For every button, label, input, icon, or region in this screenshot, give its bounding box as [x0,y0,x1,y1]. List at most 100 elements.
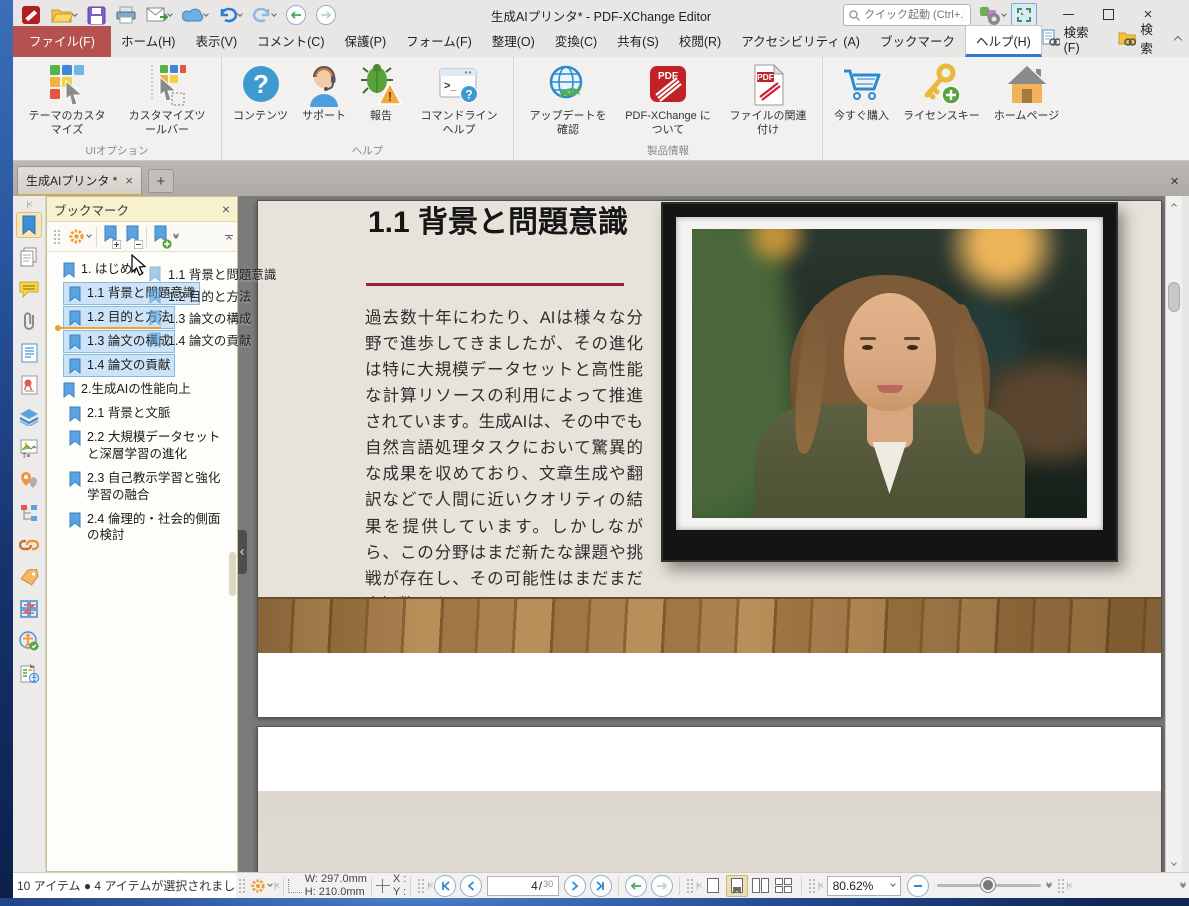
tab-view[interactable]: 表示(V) [185,26,247,57]
search-folder-button[interactable]: 検索 [1118,19,1166,57]
sidebar-item-thumbnails[interactable] [16,244,42,270]
bookmark-item[interactable]: 2.4 倫理的・社会的側面の検討 [63,508,229,548]
bookmark-item[interactable]: 2.生成AIの性能向上 [57,378,196,401]
tab-protect[interactable]: 保護(P) [334,26,396,57]
tab-file[interactable]: ファイル(F) [13,26,111,57]
status-overflow-icon[interactable] [1180,880,1186,888]
support-button[interactable]: サポート [295,59,353,142]
pdf-page-4[interactable]: 1.1 背景と問題意識 過去数十年にわたり、AIは様々な分野で進歩してきましたが… [257,200,1162,717]
tab-share[interactable]: 共有(S) [607,26,669,57]
buy-now-button[interactable]: 今すぐ購入 [827,59,896,157]
customize-toolbars-button[interactable]: カスタマイズツールバー [117,59,217,142]
sidebar-item-layers[interactable] [16,404,42,430]
bug-report-button[interactable]: ! 報告 [353,59,409,142]
sidebar-item-fields[interactable] [16,340,42,366]
sidebar-item-signatures[interactable] [16,372,42,398]
help-contents-button[interactable]: ? コンテンツ [226,59,295,142]
save-button[interactable] [85,3,108,27]
view-forward-button[interactable] [651,874,674,897]
sidebar-item-links[interactable] [16,532,42,558]
more-tools-icon[interactable] [173,231,179,239]
last-page-button[interactable] [590,874,613,897]
new-bookmark-button[interactable] [152,225,172,249]
tab-form[interactable]: フォーム(F) [396,26,482,57]
scroll-up-icon[interactable] [1166,196,1182,212]
quick-launch-input[interactable] [864,9,964,21]
view-back-button[interactable] [625,874,648,897]
tab-help[interactable]: ヘルプ(H) [964,25,1042,57]
page-number-field[interactable]: 4/30 [487,875,560,896]
email-dropdown-icon[interactable] [167,10,173,17]
zoom-slider[interactable] [936,878,1041,892]
history-back-button[interactable] [286,5,306,25]
sidebar-item-structure[interactable] [16,500,42,526]
tab-bar-close-button[interactable]: × [1170,173,1179,190]
tab-review[interactable]: 校閲(R) [669,26,731,57]
redo-button[interactable] [250,3,278,27]
sidebar-item-accessibility-report[interactable] [16,660,42,686]
document-tab-active[interactable]: 生成AIプリンタ * × [17,166,142,196]
new-tab-button[interactable]: + [147,169,174,193]
fullscreen-button[interactable] [1011,3,1037,27]
tab-home[interactable]: ホーム(H) [111,26,185,57]
theme-customize-button[interactable]: テーマのカスタマイズ [17,59,117,142]
previous-page-button[interactable] [460,874,483,897]
check-updates-button[interactable]: アップデートを確認 [518,59,618,142]
zoom-slider-thumb[interactable] [980,878,995,892]
collapse-all-bookmarks-button[interactable] [124,225,143,249]
single-page-view-button[interactable] [702,875,724,897]
document-scrollbar[interactable] [1165,196,1182,872]
next-page-button[interactable] [564,874,587,897]
continuous-view-button[interactable] [725,874,748,897]
cloud-button[interactable] [180,3,210,27]
open-dropdown-icon[interactable] [72,10,78,17]
undo-dropdown-icon[interactable] [237,10,243,17]
sidebar-item-destinations[interactable] [16,468,42,494]
sidebar-item-content[interactable]: T≡ [16,436,42,462]
two-page-view-button[interactable] [750,875,772,897]
sidebar-collapse-icon[interactable]: |< [27,200,33,209]
sidebar-item-accessibility[interactable] [16,628,42,654]
document-view[interactable]: 1.1 背景と問題意識 過去数十年にわたり、AIは様々な分野で進歩してきましたが… [238,196,1165,872]
cloud-dropdown-icon[interactable] [203,10,209,17]
command-line-help-button[interactable]: >_? コマンドラインヘルプ [409,59,509,142]
tab-bookmarks[interactable]: ブックマーク [870,26,965,57]
bookmark-item-selected[interactable]: 1.4 論文の貢献 [63,354,176,377]
expand-all-bookmarks-button[interactable] [102,225,121,249]
about-button[interactable]: PDF PDF-XChange について [618,59,718,142]
ui-options-dropdown-icon[interactable] [1001,10,1007,17]
zoom-more-icon[interactable] [1045,880,1052,888]
sidebar-item-comments[interactable] [16,276,42,302]
tab-comment[interactable]: コメント(C) [247,26,334,57]
zoom-level-field[interactable]: 80.62% [826,875,901,896]
sidebar-item-attachments[interactable] [16,308,42,334]
two-page-continuous-button[interactable] [774,875,796,897]
bookmark-item[interactable]: 2.3 自己教示学習と強化学習の融合 [63,467,229,507]
tab-convert[interactable]: 変換(C) [545,26,607,57]
panel-collapse-handle[interactable] [238,530,247,574]
license-key-button[interactable]: ライセンスキー [896,59,987,157]
first-page-button[interactable] [434,874,457,897]
status-options-button[interactable] [250,878,273,894]
tab-accessibility[interactable]: アクセシビリティ (A) [731,26,870,57]
ui-options-button[interactable] [978,4,1007,26]
toolbar-collapse-icon[interactable] [225,235,233,242]
file-association-button[interactable]: PDF ファイルの関連付け [718,59,818,142]
email-button[interactable] [144,3,174,27]
redo-dropdown-icon[interactable] [271,10,277,17]
scroll-down-icon[interactable] [1166,856,1182,872]
tab-organize[interactable]: 整理(O) [482,26,545,57]
sidebar-item-order[interactable] [16,596,42,622]
bookmark-options-button[interactable] [68,228,92,245]
open-button[interactable] [49,3,79,27]
bookmarks-scrollbar-thumb[interactable] [229,552,236,596]
quick-launch-box[interactable] [843,4,971,26]
sidebar-item-bookmarks[interactable] [16,212,42,238]
scrollbar-thumb[interactable] [1168,282,1180,312]
homepage-button[interactable]: ホームページ [987,59,1066,157]
bookmark-item[interactable]: 2.2 大規模データセットと深層学習の進化 [63,426,229,466]
bookmarks-panel-close-icon[interactable]: × [222,201,230,217]
history-forward-button[interactable] [316,5,336,25]
document-tab-close-icon[interactable]: × [125,173,133,188]
sidebar-item-tags[interactable] [16,564,42,590]
